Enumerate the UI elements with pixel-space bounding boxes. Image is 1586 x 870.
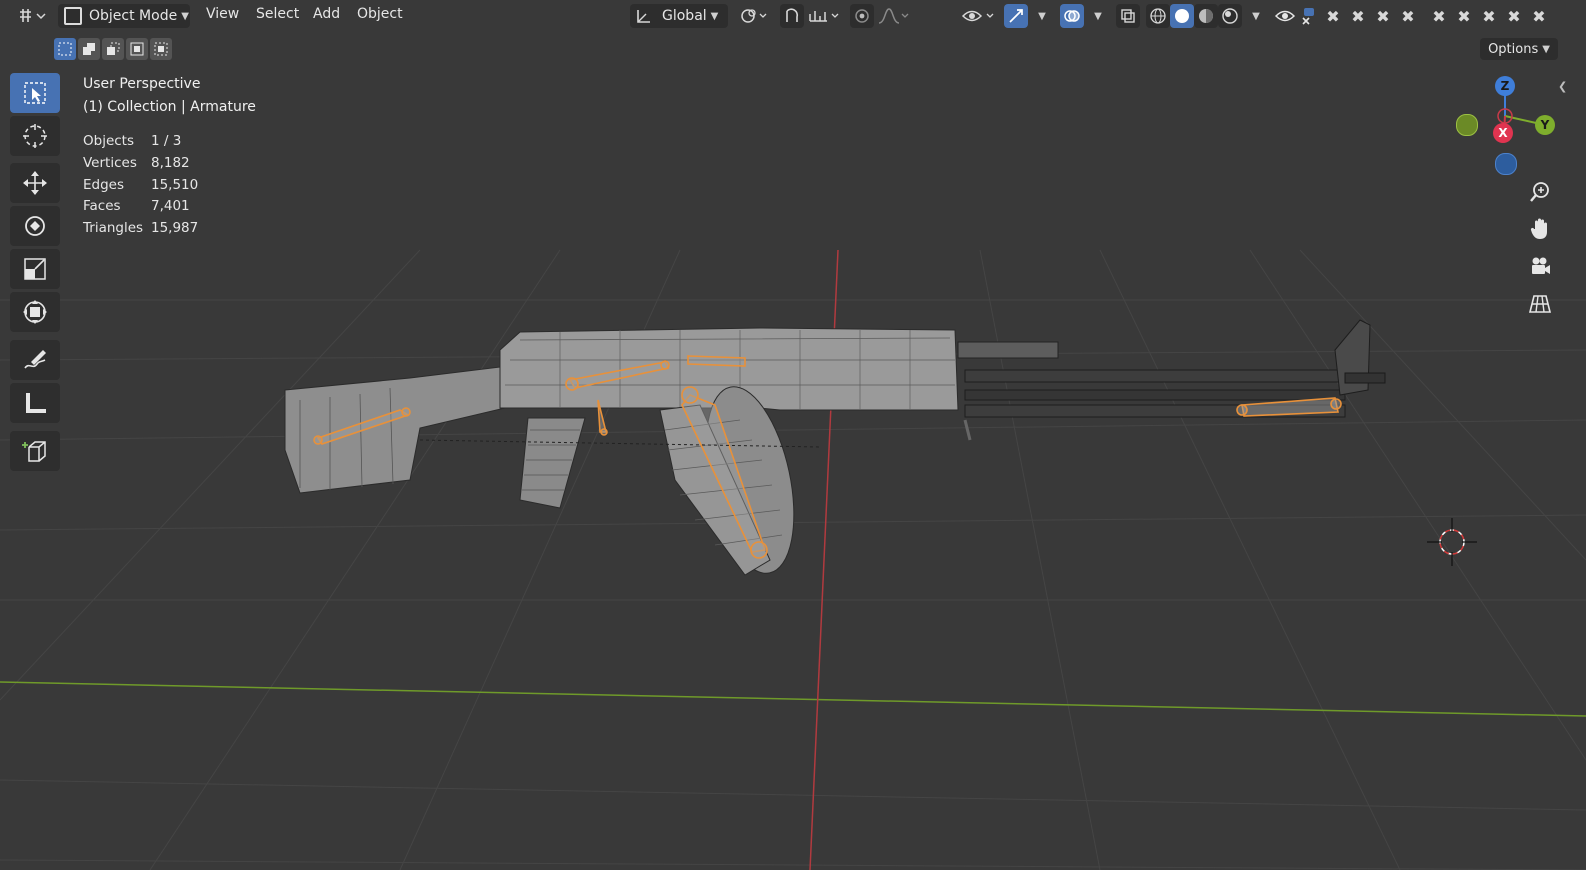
stat-row-objects: Objects 1 / 3 <box>83 133 198 155</box>
stat-value: 1 / 3 <box>151 133 182 149</box>
snap-target-icon[interactable] <box>806 4 842 28</box>
chevron-down-icon: ▼ <box>1542 43 1550 55</box>
missing-icon[interactable]: ✖ <box>1505 4 1523 28</box>
gizmo-icon[interactable] <box>1004 4 1028 28</box>
missing-icon[interactable]: ✖ <box>1480 4 1498 28</box>
stat-row-faces: Faces 7,401 <box>83 198 198 220</box>
missing-icon[interactable]: ✖ <box>1399 4 1417 28</box>
pan-hand-icon[interactable] <box>1524 213 1556 245</box>
material-shading-icon[interactable] <box>1194 4 1218 28</box>
perspective-label: User Perspective <box>83 76 201 92</box>
scale-tool[interactable] <box>10 249 60 289</box>
stat-label: Faces <box>83 198 121 215</box>
stat-value: 7,401 <box>151 198 190 215</box>
chevron-down-icon: ▼ <box>1252 10 1260 22</box>
measure-tool[interactable] <box>10 383 60 423</box>
select-box-tool[interactable] <box>10 73 60 113</box>
camera-view-icon[interactable] <box>1524 250 1556 282</box>
select-extend-icon[interactable] <box>78 38 100 60</box>
stat-row-triangles: Triangles 15,987 <box>83 220 198 242</box>
annotate-tool[interactable] <box>10 340 60 380</box>
gizmo-z-axis[interactable]: Z <box>1495 76 1515 96</box>
missing-icon[interactable]: ✖ <box>1374 4 1392 28</box>
missing-icon[interactable]: ✖ <box>1324 4 1342 28</box>
proportional-editing-icon[interactable] <box>850 4 874 28</box>
missing-icon[interactable]: ✖ <box>1455 4 1473 28</box>
solid-shading-icon[interactable] <box>1170 4 1194 28</box>
select-intersect-icon[interactable] <box>150 38 172 60</box>
select-invert-icon[interactable] <box>126 38 148 60</box>
object-mode-icon <box>64 7 82 25</box>
move-tool[interactable] <box>10 163 60 203</box>
zoom-icon[interactable] <box>1524 176 1556 208</box>
select-new-icon[interactable] <box>54 38 76 60</box>
chevron-down-icon: ▼ <box>710 10 719 22</box>
overlays-dropdown[interactable]: ▼ <box>1086 4 1106 28</box>
missing-icon[interactable]: ✖ <box>1430 4 1448 28</box>
options-label: Options <box>1488 41 1539 57</box>
missing-icon[interactable]: ✖ <box>1349 4 1367 28</box>
gizmo-x-axis[interactable]: X <box>1493 123 1513 143</box>
collection-label: (1) Collection | Armature <box>83 99 256 115</box>
selectability-icon[interactable] <box>1298 4 1320 28</box>
overlays-icon[interactable] <box>1060 4 1084 28</box>
missing-icon[interactable]: ✖ <box>1530 4 1548 28</box>
sidebar-toggle-icon[interactable]: ❮ <box>1558 80 1567 93</box>
stat-value: 15,987 <box>151 220 199 237</box>
ortho-grid-icon[interactable] <box>1524 288 1556 320</box>
shading-dropdown[interactable]: ▼ <box>1244 4 1264 28</box>
stat-value: 15,510 <box>151 176 199 193</box>
gizmo-dropdown[interactable]: ▼ <box>1030 4 1050 28</box>
menu-view[interactable]: View <box>206 6 239 22</box>
selection-mode-buttons <box>54 38 174 60</box>
select-subtract-icon[interactable] <box>102 38 124 60</box>
stat-label: Vertices <box>83 154 137 171</box>
stat-label: Edges <box>83 176 125 193</box>
chevron-down-icon: ▼ <box>1094 10 1102 22</box>
rotate-tool[interactable] <box>10 206 60 246</box>
transform-tool[interactable] <box>10 292 60 332</box>
menu-object[interactable]: Object <box>357 6 403 22</box>
editor-type-icon[interactable] <box>14 4 50 28</box>
stat-label: Objects <box>83 133 135 149</box>
mode-label: Object Mode <box>89 8 178 24</box>
snap-magnet-icon[interactable] <box>780 4 804 28</box>
stat-row-vertices: Vertices 8,182 <box>83 155 198 177</box>
orientation-label: Global <box>662 8 707 24</box>
xray-icon[interactable] <box>1116 4 1140 28</box>
stat-row-edges: Edges 15,510 <box>83 177 198 199</box>
wireframe-shading-icon[interactable] <box>1146 4 1170 28</box>
stat-value: 8,182 <box>151 154 190 171</box>
mode-selector[interactable]: Object Mode ▼ <box>58 4 190 28</box>
cursor-tool[interactable] <box>10 116 60 156</box>
stat-label: Triangles <box>83 220 144 237</box>
gizmo-y-axis[interactable]: Y <box>1535 115 1555 135</box>
transform-orientation-selector[interactable]: Global ▼ <box>630 4 728 28</box>
add-cube-tool[interactable] <box>10 431 60 471</box>
viewport-header: Object Mode ▼ View Select Add Object Glo… <box>0 0 1586 32</box>
rendered-shading-icon[interactable] <box>1218 4 1242 28</box>
menu-select[interactable]: Select <box>256 6 299 22</box>
menu-add[interactable]: Add <box>313 6 340 22</box>
chevron-down-icon: ▼ <box>181 10 189 22</box>
chevron-down-icon: ▼ <box>1038 10 1046 22</box>
pivot-point-icon[interactable] <box>736 4 772 28</box>
navigation-gizmo[interactable]: Z Y X <box>1450 72 1560 182</box>
options-dropdown[interactable]: Options ▼ <box>1480 38 1558 60</box>
gizmo-neg-y-axis[interactable] <box>1456 114 1478 136</box>
gizmo-neg-z-axis[interactable] <box>1495 153 1517 175</box>
3d-viewport[interactable] <box>0 0 1586 870</box>
falloff-curve-icon[interactable] <box>876 4 912 28</box>
eye-icon[interactable] <box>960 4 998 28</box>
scene-statistics: Objects 1 / 3 Vertices 8,182 Edges 15,510 F… <box>83 133 198 242</box>
transform-orientation-icon <box>637 10 650 23</box>
visibility-eye-icon[interactable] <box>1274 4 1296 28</box>
